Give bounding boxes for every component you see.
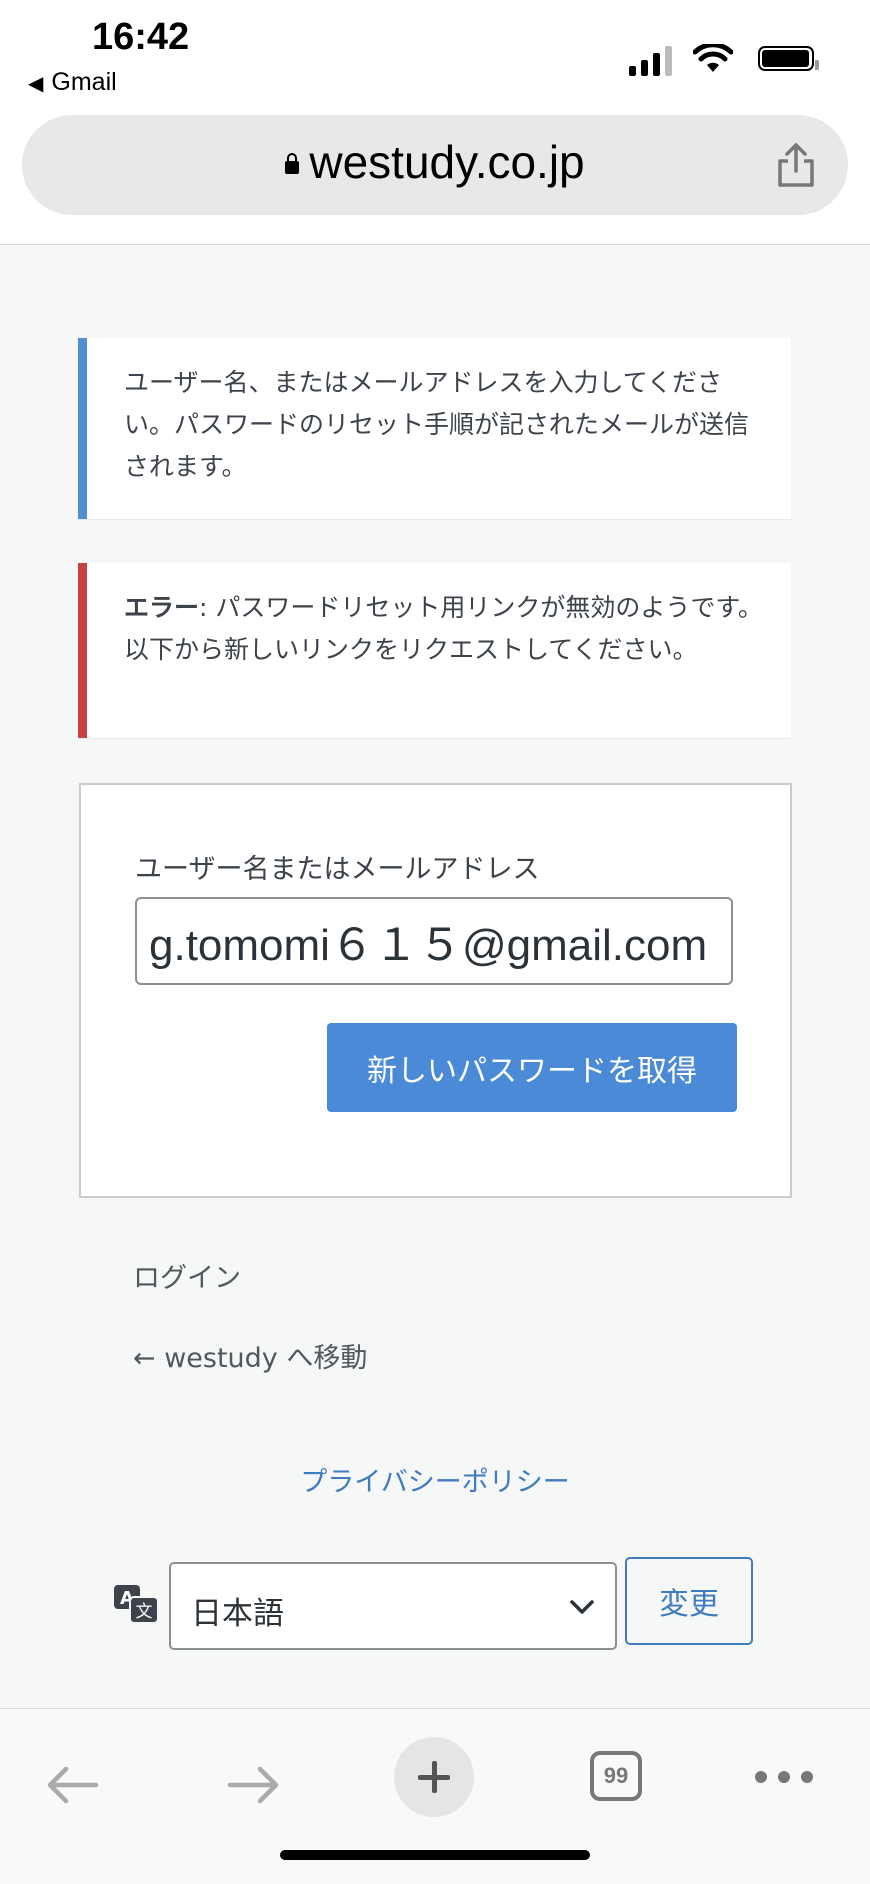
new-tab-plus-icon[interactable]: [394, 1737, 474, 1817]
info-notice: ユーザー名、またはメールアドレスを入力してください。パスワードのリセット手順が記…: [78, 338, 791, 519]
back-to-app-link[interactable]: ◀ Gmail: [28, 68, 117, 97]
url-text: westudy.co.jp: [309, 136, 585, 188]
back-to-site-link[interactable]: ← westudy へ移動: [133, 1336, 367, 1375]
username-email-field[interactable]: [135, 897, 733, 985]
language-select[interactable]: 日本語: [169, 1562, 617, 1650]
lock-icon: [285, 153, 300, 174]
status-time: 16:42: [92, 16, 190, 58]
wifi-icon: [693, 44, 733, 72]
status-icons: [629, 42, 819, 76]
back-arrow-icon[interactable]: [44, 1761, 100, 1809]
tab-switcher-button[interactable]: 99: [590, 1751, 642, 1801]
get-new-password-button[interactable]: 新しいパスワードを取得: [327, 1023, 737, 1112]
battery-icon: [758, 46, 819, 71]
url-display[interactable]: westudy.co.jp: [22, 135, 848, 189]
error-notice-text: : パスワードリセット用リンクが無効のようです。以下から新しいリンクをリクエスト…: [124, 593, 763, 664]
back-app-label: Gmail: [51, 68, 117, 96]
error-label: エラー: [124, 593, 200, 622]
chevron-down-icon: [570, 1600, 594, 1614]
home-indicator: [280, 1850, 590, 1860]
share-icon[interactable]: [774, 141, 818, 189]
username-email-label: ユーザー名またはメールアドレス: [135, 854, 540, 885]
info-notice-text: ユーザー名、またはメールアドレスを入力してください。パスワードのリセット手順が記…: [124, 368, 750, 481]
error-notice: エラー: パスワードリセット用リンクが無効のようです。以下から新しいリンクをリク…: [78, 563, 791, 738]
browser-top-bar: 16:42 ◀ Gmail westudy.co.jp: [0, 0, 870, 245]
svg-text:文: 文: [136, 1602, 153, 1622]
privacy-policy-link[interactable]: プライバシーポリシー: [0, 1460, 870, 1499]
username-email-input[interactable]: [137, 899, 731, 983]
lost-password-form: ユーザー名またはメールアドレス 新しいパスワードを取得: [79, 783, 792, 1198]
back-triangle-icon: ◀: [28, 73, 44, 95]
forward-arrow-icon[interactable]: [226, 1761, 282, 1809]
address-bar[interactable]: westudy.co.jp: [22, 115, 848, 215]
more-menu-icon[interactable]: [755, 1771, 813, 1783]
translate-icon: A 文: [114, 1585, 158, 1623]
language-selected-value: 日本語: [191, 1596, 284, 1632]
login-link[interactable]: ログイン: [133, 1256, 241, 1295]
change-language-button[interactable]: 変更: [625, 1557, 753, 1645]
